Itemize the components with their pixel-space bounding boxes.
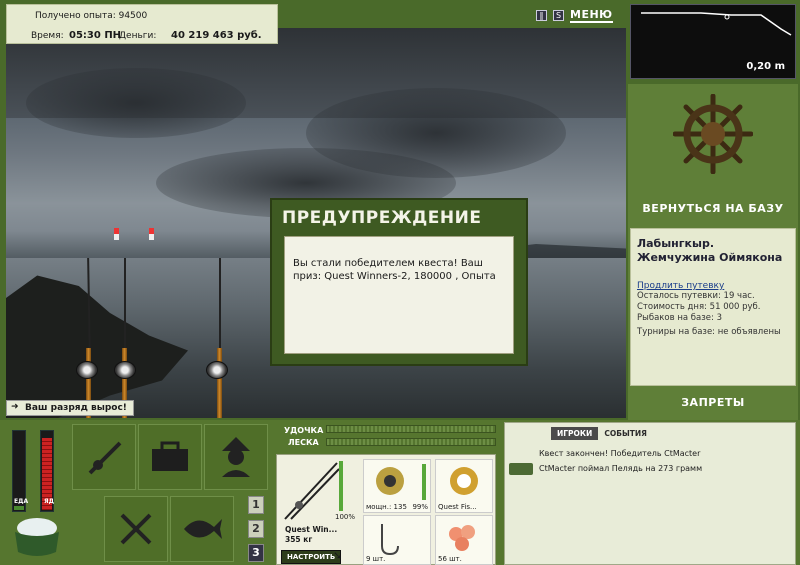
chat-tabs: ИГРОКИ СОБЫТИЯ — [551, 427, 653, 440]
angler-button[interactable] — [204, 424, 268, 490]
reel-power: мощн.: 135 — [366, 503, 407, 511]
anglers-count: Рыбаков на базе: 3 — [637, 313, 722, 323]
bait-count: 56 шт. — [438, 555, 462, 563]
cloud — [26, 68, 246, 138]
poison-label: ЯД — [44, 498, 54, 505]
dialog-title: ПРЕДУПРЕЖДЕНИЕ — [282, 208, 482, 228]
shrimp-bait-icon — [449, 525, 475, 551]
line-slot[interactable]: Quest Fis... — [435, 459, 493, 513]
depth-map[interactable]: 0,20 m — [630, 4, 796, 79]
rod-durability — [339, 461, 343, 511]
bans-button[interactable]: ЗАПРЕТЫ — [628, 396, 798, 409]
depth-value: 0,20 m — [746, 61, 785, 72]
rod-icon — [88, 441, 122, 475]
money-label: Деньги: — [119, 31, 157, 41]
fork-knife-icon — [120, 513, 152, 545]
rod-tip-3 — [219, 258, 221, 358]
food-fill — [14, 506, 24, 510]
angler-icon — [222, 437, 250, 477]
money-value: 40 219 463 руб. — [171, 30, 262, 41]
top-controls: ‖ S МЕНЮ — [536, 8, 613, 23]
back-to-base-button[interactable]: ВЕРНУТЬСЯ НА БАЗУ — [628, 202, 798, 215]
float-2 — [149, 228, 154, 240]
hook-slot[interactable]: 9 шт. — [363, 515, 431, 565]
fishing-net-button[interactable] — [170, 496, 234, 562]
line-tension-bar — [326, 438, 496, 446]
rod-label: УДОЧКА — [284, 426, 324, 435]
rod-durability-value: 100% — [335, 513, 356, 521]
reel-icon — [76, 361, 98, 379]
line-label: ЛЕСКА — [288, 438, 319, 447]
float-1 — [114, 228, 119, 240]
rod-name: Quest Win... — [285, 525, 338, 534]
settings-icon[interactable]: S — [553, 10, 564, 21]
rod-tension-bar — [326, 425, 496, 433]
menu-button[interactable]: МЕНЮ — [570, 8, 613, 23]
day-cost: Стоимость дня: 51 000 руб. — [637, 302, 761, 312]
fish-icon — [509, 463, 533, 475]
reel-icon — [376, 467, 404, 495]
hook-count: 9 шт. — [366, 555, 386, 563]
tab-events[interactable]: СОБЫТИЯ — [598, 427, 653, 440]
fish-icon — [184, 519, 222, 539]
tackle-box-button[interactable] — [138, 424, 202, 490]
rank-note-text: Ваш разряд вырос! — [25, 403, 127, 413]
pause-icon[interactable]: ‖ — [536, 10, 547, 21]
line-spool-icon — [450, 467, 478, 495]
location-title: Лабынгкыр. Жемчужина Оймякона — [637, 237, 783, 264]
permit-remaining: Осталось путевки: 19 час. — [637, 291, 755, 301]
time-value: 05:30 ПН — [69, 30, 122, 41]
reel-slot[interactable]: мощн.: 135 99% — [363, 459, 431, 513]
page-2-button[interactable]: 2 — [248, 520, 264, 538]
reel-icon — [114, 361, 136, 379]
rod-set-icon — [284, 462, 340, 520]
location-info: Лабынгкыр. Жемчужина Оймякона Продлить п… — [630, 228, 796, 386]
reel-durability-value: 99% — [412, 503, 428, 511]
page-1-button[interactable]: 1 — [248, 496, 264, 514]
rod-tip-2 — [124, 258, 126, 358]
event-message: CtMacter поймал Пелядь на 273 грамм — [539, 464, 703, 473]
dialog-message: Вы стали победителем квеста! Ваш приз: Q… — [284, 236, 514, 354]
arrow-icon: ➜ — [11, 402, 19, 412]
bait-slot[interactable]: 56 шт. — [435, 515, 493, 565]
events-panel: ИГРОКИ СОБЫТИЯ Квест закончен! Победител… — [504, 422, 796, 565]
line-name: Quest Fis... — [438, 503, 477, 511]
extend-permit-link[interactable]: Продлить путевку — [637, 281, 789, 291]
time-label: Время: — [31, 31, 64, 41]
tournaments: Турниры на базе: не объявлены — [637, 327, 781, 337]
reel-durability — [422, 464, 426, 500]
event-message: Квест закончен! Победитель CtMacter — [539, 449, 701, 458]
player-info: Получено опыта: 94500 Время: 05:30 ПН Де… — [6, 4, 278, 44]
hook-icon — [381, 524, 399, 556]
warning-dialog[interactable]: ПРЕДУПРЕЖДЕНИЕ Вы стали победителем квес… — [270, 198, 528, 366]
food-label: ЕДА — [14, 498, 29, 505]
rods-button[interactable] — [72, 424, 136, 490]
page-3-button[interactable]: 3 — [248, 544, 264, 562]
xp-text: Получено опыта: 94500 — [35, 11, 148, 21]
rank-notification[interactable]: ➜ Ваш разряд вырос! — [6, 400, 134, 416]
tackle-panel: 100% Quest Win... 355 кг НАСТРОИТЬ ➘ мощ… — [276, 454, 496, 565]
tackle-box-icon — [152, 441, 188, 471]
reel-icon — [206, 361, 228, 379]
rod-3[interactable] — [217, 348, 222, 418]
cursor-icon: ➘ — [333, 549, 343, 562]
food-pot-icon[interactable] — [10, 514, 64, 560]
rod-weight: 355 кг — [285, 535, 313, 544]
ship-wheel-icon[interactable] — [673, 94, 753, 174]
tab-players[interactable]: ИГРОКИ — [551, 427, 599, 440]
cafe-button[interactable] — [104, 496, 168, 562]
